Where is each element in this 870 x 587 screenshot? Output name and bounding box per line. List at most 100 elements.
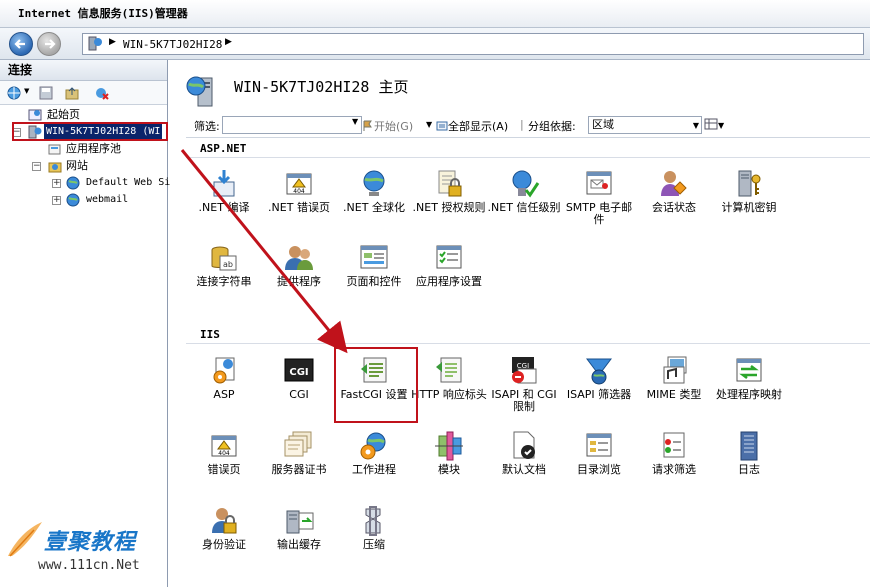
- feature-dotnet-globalization[interactable]: .NET 全球化: [336, 168, 412, 240]
- feature-output-caching[interactable]: 输出缓存: [261, 505, 337, 577]
- feature-dotnet-compile[interactable]: .NET 编译: [186, 168, 262, 240]
- feature-isapi-filters[interactable]: ISAPI 筛选器: [561, 355, 637, 427]
- feature-pages-controls[interactable]: 页面和控件: [336, 242, 412, 314]
- expand-toggle[interactable]: +: [52, 179, 61, 188]
- authentication-icon: [212, 508, 237, 534]
- group-dropdown-icon: ▼: [692, 121, 699, 130]
- feature-directory-browsing[interactable]: 目录浏览: [561, 430, 637, 502]
- save-icon[interactable]: [38, 85, 54, 101]
- window-title: Internet 信息服务(IIS)管理器: [18, 7, 188, 20]
- pages-controls-icon: [360, 245, 388, 269]
- feature-modules[interactable]: 模块: [411, 430, 487, 502]
- feature-handler-mappings[interactable]: 处理程序映射: [711, 355, 787, 427]
- feature-http-response-headers[interactable]: HTTP 响应标头: [411, 355, 487, 427]
- expand-toggle[interactable]: +: [52, 196, 61, 205]
- feature-label: 默认文档: [502, 463, 546, 476]
- tree-label: 起始页: [47, 108, 80, 121]
- view-toggle-button[interactable]: ▼: [704, 118, 724, 131]
- feature-connection-strings[interactable]: ab 连接字符串: [186, 242, 262, 314]
- quill-logo-icon: [8, 522, 42, 557]
- feature-smtp-email[interactable]: SMTP 电子邮件: [561, 168, 637, 240]
- fastcgi-highlight-box: [334, 347, 418, 423]
- collapse-toggle[interactable]: −: [32, 162, 41, 171]
- tree-node-default-web-site[interactable]: + Default Web Si: [0, 175, 170, 191]
- feature-machine-key[interactable]: 计算机密钥: [711, 168, 787, 240]
- feature-label: 处理程序映射: [716, 388, 782, 401]
- feature-dotnet-authorization[interactable]: .NET 授权规则: [411, 168, 487, 240]
- cgi-icon: CGI: [284, 358, 314, 382]
- up-folder-icon[interactable]: [64, 85, 80, 101]
- feature-label: 目录浏览: [577, 463, 621, 476]
- feature-label: ISAPI 筛选器: [566, 388, 632, 401]
- svg-text:404: 404: [293, 188, 305, 195]
- smtp-email-icon: [586, 171, 612, 195]
- dotnet-error-page-icon: 404: [286, 173, 312, 195]
- filter-input[interactable]: [222, 116, 362, 134]
- feature-asp[interactable]: ASP: [186, 355, 262, 427]
- features-pane: WIN-5K7TJ02HI28 主页 筛选: ▼ 开始(G) ▼ 全部显示(A)…: [172, 60, 870, 587]
- feature-request-filtering[interactable]: 请求筛选: [636, 430, 712, 502]
- filter-dropdown-icon[interactable]: ▼: [352, 117, 358, 126]
- connections-header: 连接: [0, 60, 167, 81]
- feature-label: 提供程序: [277, 275, 321, 288]
- feature-cgi[interactable]: CGI CGI: [261, 355, 337, 427]
- view-grid-icon: [704, 118, 718, 130]
- back-button[interactable]: [9, 32, 33, 56]
- feature-label: HTTP 响应标头: [411, 388, 487, 401]
- disconnect-icon[interactable]: [94, 85, 110, 101]
- feature-default-document[interactable]: 默认文档: [486, 430, 562, 502]
- feature-mime-types[interactable]: MIME 类型: [636, 355, 712, 427]
- feature-label: 输出缓存: [277, 538, 321, 551]
- feature-error-pages[interactable]: 404 错误页: [186, 430, 262, 502]
- default-document-icon: [513, 431, 535, 459]
- tree-node-start-page[interactable]: 起始页: [14, 107, 164, 123]
- group-by-label: 分组依据:: [528, 120, 576, 133]
- feature-compression[interactable]: 压缩: [336, 505, 412, 577]
- feature-label: 错误页: [207, 463, 241, 476]
- server-certificates-icon: [284, 431, 312, 457]
- feature-label: 服务器证书: [271, 463, 327, 476]
- feature-app-settings[interactable]: 应用程序设置: [411, 242, 487, 314]
- asp-icon: [213, 357, 235, 384]
- tree-node-webmail[interactable]: + webmail: [0, 192, 168, 208]
- watermark-url: www.111cn.Net: [38, 558, 140, 573]
- watermark-title: 壹聚教程: [44, 530, 137, 555]
- app-pool-icon: [48, 144, 61, 155]
- tree-node-app-pools[interactable]: 应用程序池: [0, 141, 168, 157]
- feature-authentication[interactable]: 身份验证: [186, 505, 262, 577]
- feature-worker-processes[interactable]: 工作进程: [336, 430, 412, 502]
- feature-dotnet-trust[interactable]: .NET 信任级别: [486, 168, 562, 240]
- dotnet-compile-icon: [213, 170, 235, 197]
- feature-label: .NET 编译: [198, 201, 250, 214]
- feature-server-certificates[interactable]: 服务器证书: [261, 430, 337, 502]
- filter-bar: 筛选: ▼ 开始(G) ▼ 全部显示(A) | 分组依据: 区域 ▼ ▼: [186, 114, 870, 138]
- toolbar-separator: |: [520, 118, 524, 131]
- feature-label: 工作进程: [352, 463, 396, 476]
- feature-isapi-cgi-restrictions[interactable]: CGI ISAPI 和 CGI 限制: [486, 355, 562, 427]
- connect-globe-icon[interactable]: [6, 85, 22, 101]
- address-separator-end[interactable]: ▶: [225, 37, 232, 47]
- feature-label: .NET 授权规则: [412, 201, 486, 214]
- forward-button[interactable]: [37, 32, 61, 56]
- start-dropdown-icon[interactable]: ▼: [426, 120, 432, 129]
- feature-label: 请求筛选: [652, 463, 696, 476]
- feature-dotnet-error-page[interactable]: 404 .NET 错误页: [261, 168, 337, 240]
- website-globe-icon: [66, 193, 80, 207]
- feature-providers[interactable]: 提供程序: [261, 242, 337, 314]
- isapi-filters-icon: [586, 358, 612, 385]
- navigation-bar: ▶ WIN-5K7TJ02HI28 ▶: [0, 28, 870, 60]
- address-bar[interactable]: ▶ WIN-5K7TJ02HI28 ▶: [82, 33, 864, 55]
- feature-label: .NET 信任级别: [487, 201, 561, 214]
- group-by-select[interactable]: 区域 ▼: [588, 116, 702, 134]
- show-all-button[interactable]: 全部显示(A): [436, 118, 508, 134]
- start-filter-button[interactable]: 开始(G): [362, 118, 413, 134]
- connections-toolbar: ▼: [0, 81, 167, 105]
- feature-session-state[interactable]: 会话状态: [636, 168, 712, 240]
- svg-text:CGI: CGI: [289, 367, 308, 378]
- connect-dropdown-icon[interactable]: ▼: [24, 87, 29, 95]
- tree-node-sites[interactable]: − 网站: [0, 158, 168, 174]
- feature-logging[interactable]: 日志: [711, 430, 787, 502]
- feature-label: SMTP 电子邮件: [565, 201, 633, 226]
- start-page-icon: [28, 109, 42, 121]
- feature-label: .NET 全球化: [343, 201, 405, 214]
